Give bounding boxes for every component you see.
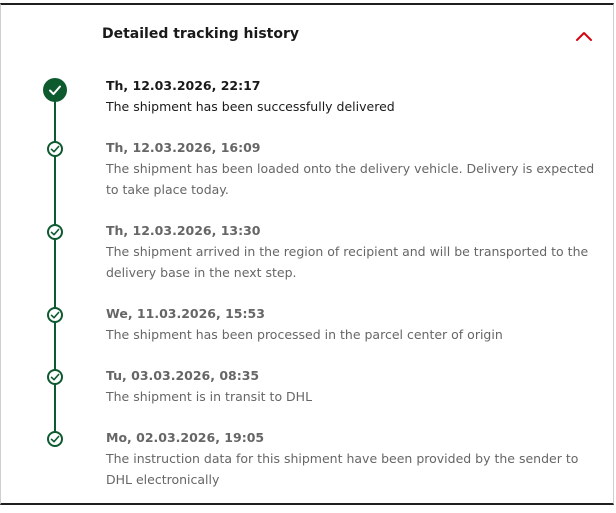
event-date: We, 11.03.2026, 15:53 [106,306,265,321]
chevron-up-icon[interactable] [573,25,595,47]
event-description: The shipment has been loaded onto the de… [106,161,595,197]
event-date: Th, 12.03.2026, 16:09 [106,140,261,155]
event-description: The shipment is in transit to DHL [106,389,313,404]
tracking-history-panel: Detailed tracking history Th, 12.03.2026… [0,3,614,505]
tracking-history-header[interactable]: Detailed tracking history [1,5,613,63]
check-circle-outline-icon [47,141,63,157]
event-description: The shipment has been successfully deliv… [106,99,395,114]
check-circle-outline-icon [47,307,63,323]
event-date: Mo, 02.03.2026, 19:05 [106,430,265,445]
check-circle-outline-icon [47,369,63,385]
event-date: Tu, 03.03.2026, 08:35 [106,368,260,383]
event-description: The instruction data for this shipment h… [106,451,579,487]
section-title: Detailed tracking history [102,26,299,42]
check-circle-outline-icon [47,224,63,240]
check-circle-outline-icon [47,431,63,447]
event-date: Th, 12.03.2026, 22:17 [106,78,261,93]
event-description: The shipment arrived in the region of re… [106,244,589,280]
event-description: The shipment has been processed in the p… [106,327,503,342]
event-date: Th, 12.03.2026, 13:30 [106,223,261,238]
check-circle-filled-icon [43,78,67,102]
